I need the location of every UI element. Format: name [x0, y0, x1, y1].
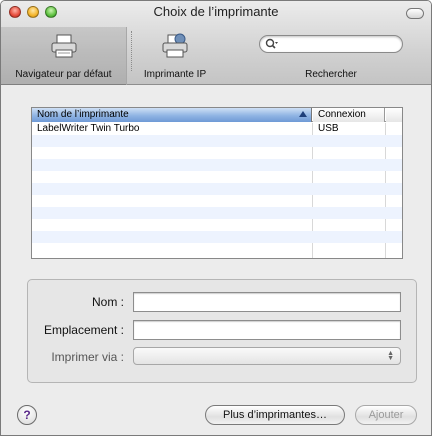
more-printers-button[interactable]: Plus d’imprimantes… [205, 405, 345, 425]
printer-icon [1, 27, 126, 62]
empty-row [32, 159, 402, 171]
column-header-connection[interactable]: Connexion [313, 108, 385, 122]
toolbar-search-label: Rechercher [305, 69, 357, 80]
printer-list-rows: LabelWriter Twin Turbo USB [32, 123, 402, 255]
toolbar-ip-printer-label: Imprimante IP [143, 69, 207, 80]
printer-name-cell: LabelWriter Twin Turbo [37, 123, 140, 134]
empty-row [32, 219, 402, 231]
empty-row [32, 207, 402, 219]
name-field[interactable] [133, 292, 401, 312]
column-header-printer-name[interactable]: Nom de l’imprimante [32, 108, 312, 122]
location-field[interactable] [133, 320, 401, 340]
search-input[interactable] [259, 35, 403, 53]
add-button[interactable]: Ajouter [355, 405, 417, 425]
empty-row [32, 171, 402, 183]
toolbar-separator [131, 31, 132, 71]
printer-details-group: Nom : Emplacement : Imprimer via : ▲ ▼ [27, 279, 417, 383]
toolbar-default-browser-label: Navigateur par défaut [15, 69, 112, 80]
toolbar-toggle-button[interactable] [406, 8, 424, 19]
column-header-filler [386, 108, 402, 122]
help-button[interactable]: ? [17, 405, 37, 425]
print-via-select[interactable]: ▲ ▼ [133, 347, 401, 365]
name-label: Nom : [91, 295, 124, 309]
empty-row [32, 195, 402, 207]
printer-chooser-window: Choix de l’imprimante Navigateur par déf… [0, 0, 432, 436]
toolbar-ip-printer[interactable]: Imprimante IP [135, 27, 215, 80]
location-label: Emplacement : [43, 323, 124, 337]
sort-ascending-icon [299, 111, 307, 117]
network-printer-icon [135, 27, 215, 62]
table-row[interactable]: LabelWriter Twin Turbo USB [32, 123, 402, 135]
toolbar-default-browser[interactable]: Navigateur par défaut [1, 27, 127, 85]
connection-cell: USB [318, 123, 339, 134]
printer-list[interactable]: Nom de l’imprimante Connexion LabelWrite… [31, 107, 403, 259]
empty-row [32, 243, 402, 255]
printer-list-header: Nom de l’imprimante Connexion [32, 108, 402, 122]
empty-row [32, 183, 402, 195]
popup-arrows-icon: ▲ ▼ [387, 350, 394, 362]
column-header-printer-name-label: Nom de l’imprimante [37, 109, 129, 120]
search-icon [265, 38, 279, 53]
empty-row [32, 231, 402, 243]
title-toolbar-area: Choix de l’imprimante Navigateur par déf… [1, 1, 431, 85]
empty-row [32, 147, 402, 159]
print-via-label: Imprimer via : [51, 350, 124, 364]
empty-row [32, 135, 402, 147]
window-title: Choix de l’imprimante [153, 4, 279, 19]
column-header-connection-label: Connexion [318, 109, 366, 120]
